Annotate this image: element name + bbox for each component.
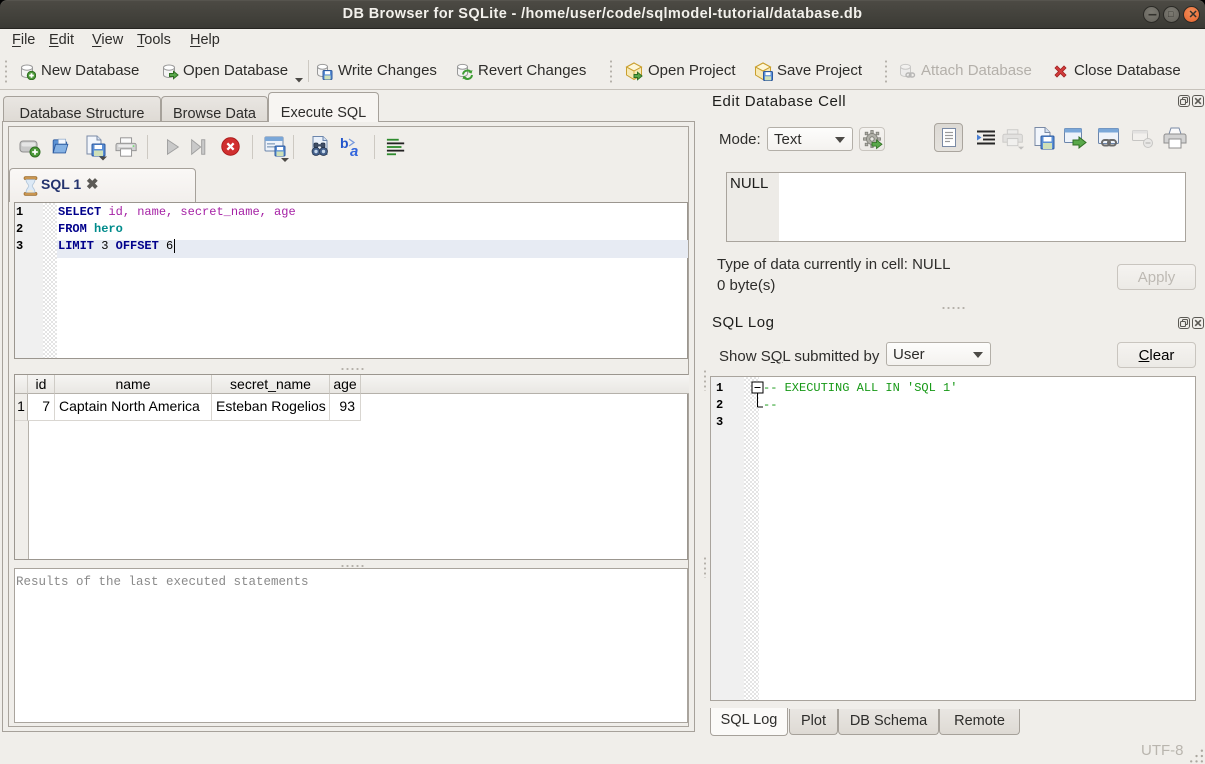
svg-text:a: a (350, 143, 358, 159)
svg-text:b: b (340, 135, 349, 151)
